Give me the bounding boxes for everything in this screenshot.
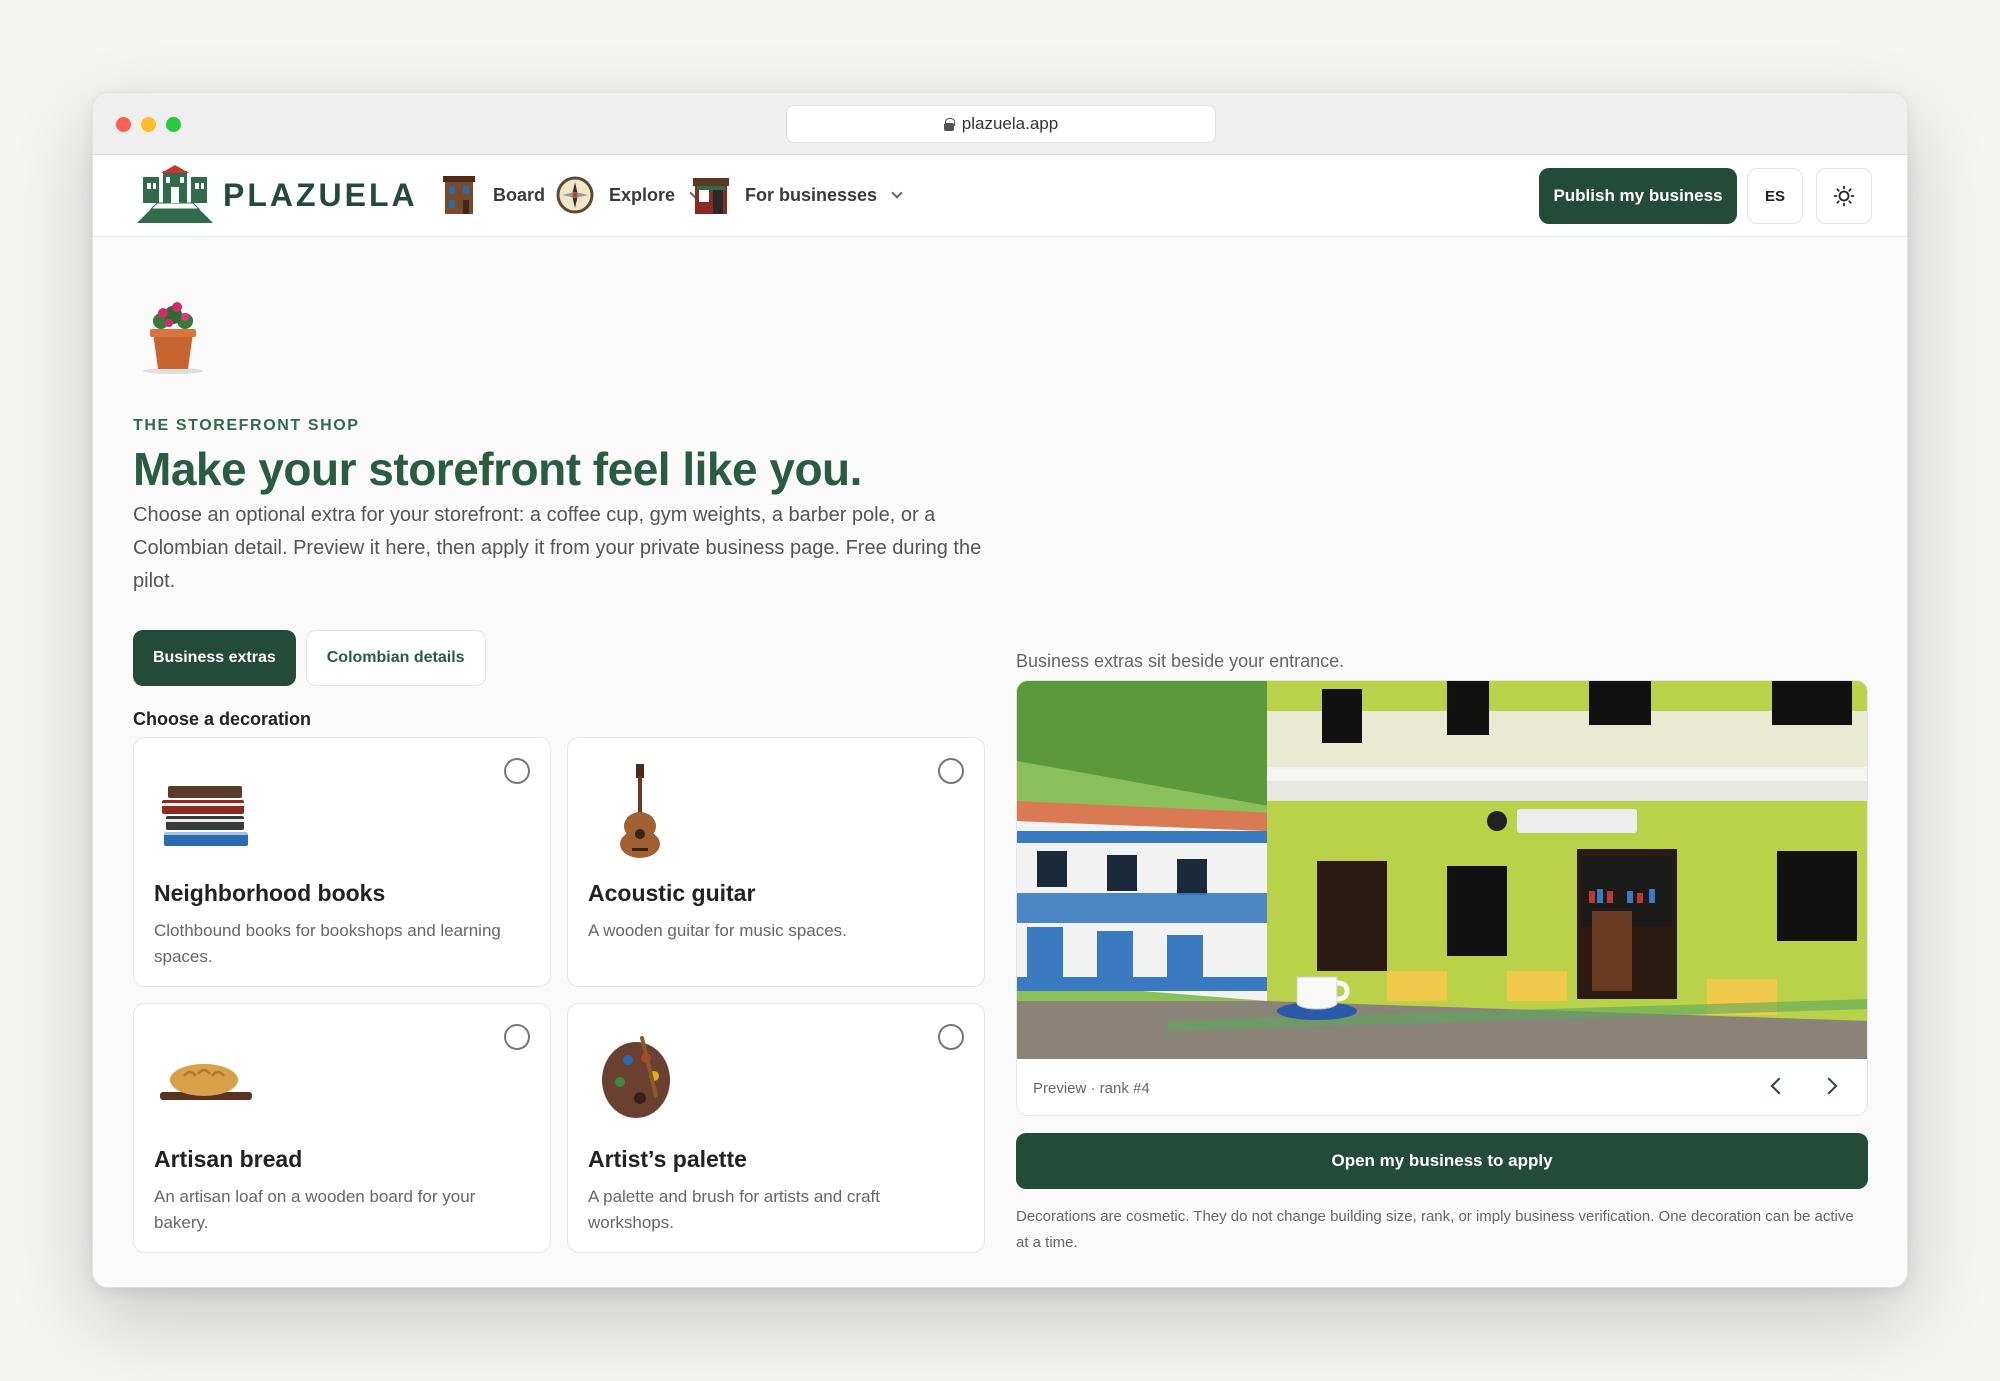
decoration-title: Acoustic guitar bbox=[588, 880, 756, 906]
sun-icon bbox=[1833, 185, 1855, 207]
nav-board-label: Board bbox=[493, 184, 546, 205]
decoration-title: Neighborhood books bbox=[154, 880, 386, 906]
decoration-grid: Neighborhood books Clothbound books for … bbox=[133, 737, 985, 1253]
close-window-button[interactable] bbox=[116, 117, 131, 132]
decoration-description: An artisan loaf on a wooden board for yo… bbox=[154, 1187, 476, 1232]
decoration-description: Clothbound books for bookshops and learn… bbox=[154, 921, 501, 966]
browser-chrome: plazuela.app bbox=[93, 93, 1907, 155]
brand-name: PLAZUELA bbox=[223, 176, 418, 213]
storefront-icon bbox=[689, 173, 733, 217]
preview-caption: Business extras sit beside your entrance… bbox=[1016, 651, 1345, 671]
decoration-card-palette[interactable]: Artist’s palette A palette and brush for… bbox=[567, 1003, 985, 1253]
select-radio[interactable] bbox=[938, 1024, 964, 1050]
page-description: Choose an optional extra for your storef… bbox=[133, 504, 982, 592]
palette-icon bbox=[602, 1036, 670, 1118]
preview-footer: Preview · rank #4 bbox=[1017, 1059, 1867, 1115]
decoration-disclaimer: Decorations are cosmetic. They do not ch… bbox=[1016, 1208, 1854, 1251]
decoration-description: A wooden guitar for music spaces. bbox=[588, 921, 847, 940]
decoration-title: Artist’s palette bbox=[588, 1146, 747, 1172]
decoration-title: Artisan bread bbox=[154, 1146, 303, 1172]
section-eyebrow: THE STOREFRONT SHOP bbox=[133, 417, 360, 434]
page-title: Make your storefront feel like you. bbox=[133, 443, 862, 495]
decoration-card-bread[interactable]: Artisan bread An artisan loaf on a woode… bbox=[133, 1003, 551, 1253]
minimize-window-button[interactable] bbox=[141, 117, 156, 132]
open-business-apply-button[interactable]: Open my business to apply bbox=[1016, 1133, 1868, 1189]
main-content: THE STOREFRONT SHOP Make your storefront… bbox=[93, 237, 1907, 1287]
select-radio[interactable] bbox=[504, 1024, 530, 1050]
storefront-scene-image bbox=[1017, 681, 1867, 1059]
browser-window: plazuela.app PLAZUELA Board Explore For … bbox=[92, 92, 1908, 1288]
compass-icon bbox=[553, 173, 597, 217]
select-radio[interactable] bbox=[938, 758, 964, 784]
flower-pot-icon bbox=[133, 297, 213, 382]
theme-toggle-button[interactable] bbox=[1816, 168, 1872, 224]
tab-colombian-details[interactable]: Colombian details bbox=[305, 630, 486, 686]
address-bar[interactable]: plazuela.app bbox=[786, 105, 1216, 143]
tab-business-extras[interactable]: Business extras bbox=[133, 630, 296, 686]
brand-logo[interactable]: PLAZUELA bbox=[137, 165, 418, 225]
decoration-list-label: Choose a decoration bbox=[133, 709, 312, 729]
plaza-logo-icon bbox=[137, 165, 213, 223]
decoration-card-books[interactable]: Neighborhood books Clothbound books for … bbox=[133, 737, 551, 987]
top-navigation: PLAZUELA Board Explore For businesses Pu… bbox=[93, 155, 1907, 237]
chevron-right-icon[interactable] bbox=[1820, 1077, 1838, 1095]
decoration-tabs: Business extras Colombian details bbox=[133, 630, 486, 686]
chevron-down-icon bbox=[891, 187, 903, 199]
chevron-left-icon[interactable] bbox=[1770, 1077, 1788, 1095]
storefront-preview: Preview · rank #4 bbox=[1016, 680, 1868, 1116]
bread-icon bbox=[160, 1064, 252, 1100]
publish-business-button[interactable]: Publish my business bbox=[1539, 168, 1737, 224]
decoration-card-guitar[interactable]: Acoustic guitar A wooden guitar for musi… bbox=[567, 737, 985, 987]
preview-rank-label: Preview · rank #4 bbox=[1033, 1079, 1150, 1097]
guitar-icon bbox=[620, 764, 660, 858]
nav-explore-label: Explore bbox=[609, 184, 676, 205]
select-radio[interactable] bbox=[504, 758, 530, 784]
building-icon bbox=[437, 173, 481, 217]
nav-for-businesses[interactable]: For businesses bbox=[689, 173, 903, 217]
language-toggle-button[interactable]: ES bbox=[1747, 168, 1803, 224]
maximize-window-button[interactable] bbox=[166, 117, 181, 132]
books-icon bbox=[162, 786, 248, 846]
decoration-description: A palette and brush for artists and craf… bbox=[588, 1187, 880, 1232]
nav-explore[interactable]: Explore bbox=[553, 173, 701, 217]
address-bar-url: plazuela.app bbox=[961, 114, 1059, 133]
nav-for-businesses-label: For businesses bbox=[745, 184, 878, 205]
lock-icon bbox=[943, 118, 955, 131]
nav-board[interactable]: Board bbox=[437, 173, 545, 217]
